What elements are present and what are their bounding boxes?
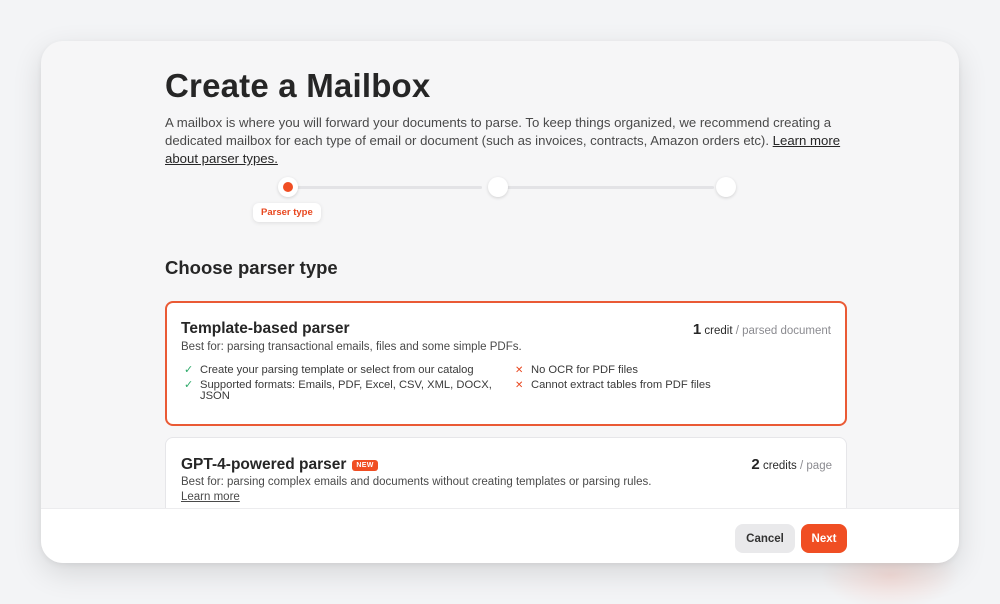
step-dot-2[interactable]: [488, 177, 508, 197]
cross-icon: ✕: [515, 365, 524, 376]
page-description: A mailbox is where you will forward your…: [165, 114, 847, 168]
price-unit: credits: [762, 460, 797, 472]
price-number: 2: [751, 456, 760, 473]
parser-price: 2 credits / page: [751, 456, 832, 473]
stepper: Parser type: [165, 177, 847, 237]
price-suffix: / page: [800, 460, 832, 472]
learn-more-link[interactable]: Learn more: [181, 491, 240, 503]
con-item: ✕ Cannot extract tables from PDF files: [515, 379, 835, 391]
price-number: 1: [692, 321, 702, 338]
page-title: Create a Mailbox: [165, 67, 431, 104]
modal-footer: Cancel Next: [41, 508, 959, 563]
description-text: A mailbox is where you will forward your…: [165, 115, 832, 148]
parser-name: GPT-4-powered parser NEW: [181, 456, 378, 474]
parser-name: Template-based parser: [181, 320, 350, 337]
parser-best-for: Best for: parsing transactional emails, …: [181, 341, 522, 353]
pro-text: Create your parsing template or select f…: [200, 364, 474, 376]
check-icon: ✓: [184, 364, 194, 376]
con-text: No OCR for PDF files: [531, 364, 638, 376]
section-title: Choose parser type: [165, 257, 338, 278]
step-dot-parser-type[interactable]: [278, 177, 298, 197]
parser-name-text: GPT-4-powered parser: [181, 456, 347, 473]
con-item: ✕ No OCR for PDF files: [515, 364, 835, 376]
con-text: Cannot extract tables from PDF files: [531, 379, 711, 391]
check-icon: ✓: [184, 379, 194, 391]
stepper-line: [296, 186, 482, 189]
step-label-parser-type: Parser type: [253, 203, 321, 222]
price-unit: credit: [704, 325, 733, 337]
cross-icon: ✕: [515, 380, 524, 391]
parser-pros-list: ✓ Create your parsing template or select…: [184, 364, 502, 406]
pro-item: ✓ Supported formats: Emails, PDF, Excel,…: [184, 379, 502, 402]
parser-best-for: Best for: parsing complex emails and doc…: [181, 476, 652, 488]
pro-text: Supported formats: Emails, PDF, Excel, C…: [200, 379, 492, 402]
parser-price: 1 credit / parsed document: [693, 321, 831, 338]
pro-item: ✓ Create your parsing template or select…: [184, 364, 502, 376]
parser-cons-list: ✕ No OCR for PDF files ✕ Cannot extract …: [515, 364, 835, 395]
create-mailbox-modal: Create a Mailbox A mailbox is where you …: [41, 41, 959, 563]
stepper-line: [506, 186, 714, 189]
step-dot-3[interactable]: [716, 177, 736, 197]
price-suffix: / parsed document: [735, 325, 831, 337]
new-badge: NEW: [352, 460, 378, 471]
parser-option-template-based[interactable]: Template-based parser 1 credit / parsed …: [165, 301, 847, 426]
next-button[interactable]: Next: [801, 524, 847, 553]
cancel-button[interactable]: Cancel: [735, 524, 795, 553]
